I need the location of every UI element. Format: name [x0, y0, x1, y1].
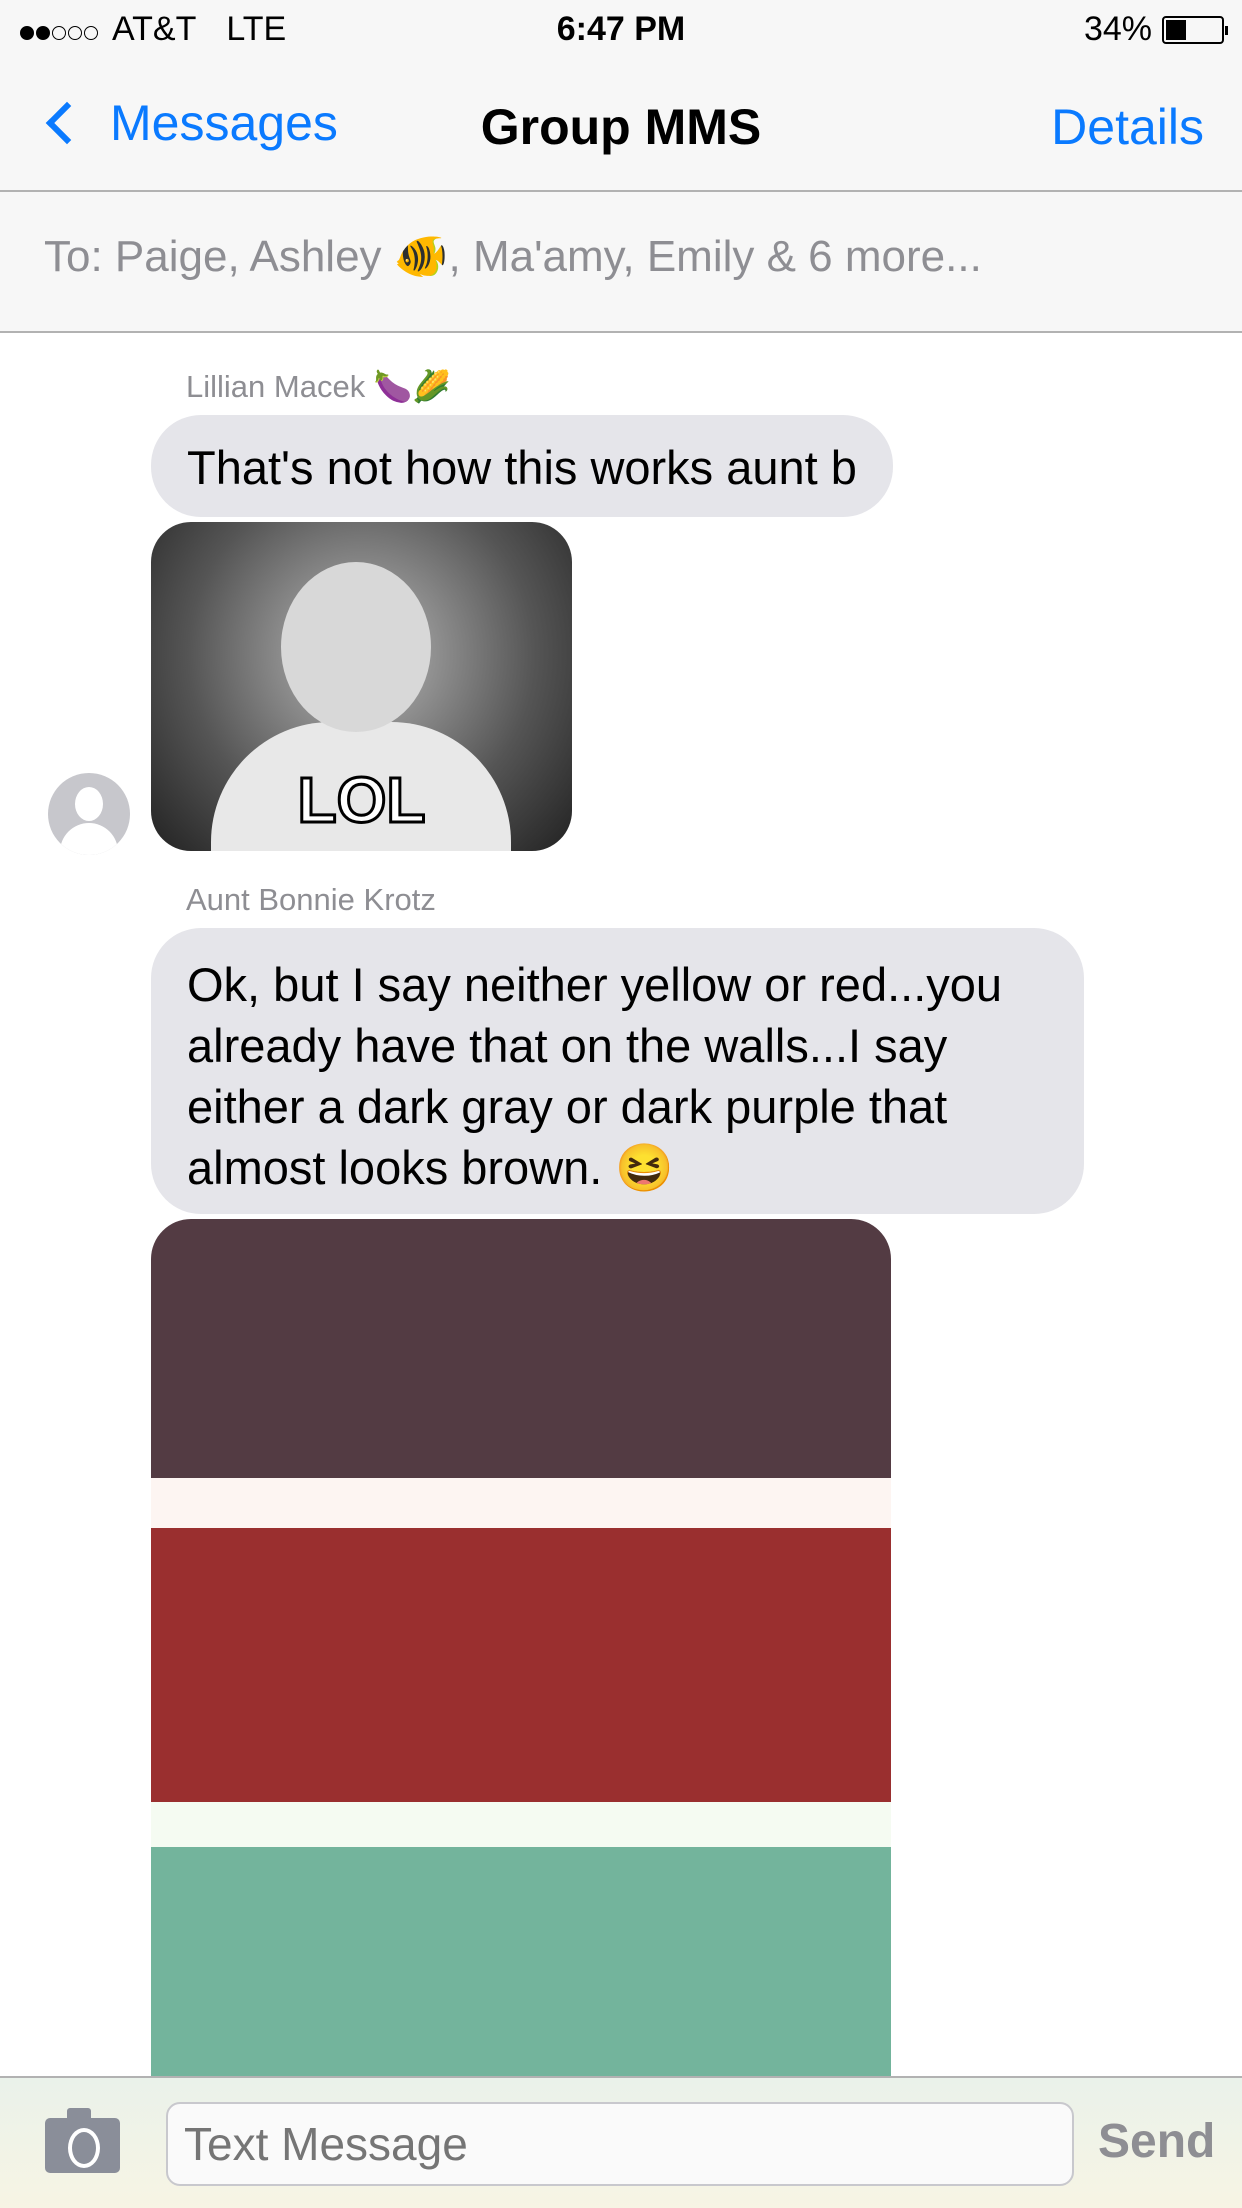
image-caption: LOL — [296, 763, 427, 838]
battery-icon — [1162, 15, 1228, 44]
recipients-field[interactable]: To: Paige, Ashley 🐠, Ma'amy, Emily & 6 m… — [0, 192, 1242, 333]
sender-name: Aunt Bonnie Krotz — [186, 882, 436, 917]
avatar[interactable] — [48, 773, 130, 855]
sender-name: Lillian Macek 🍆🌽 — [186, 369, 451, 404]
message-bubble[interactable]: That's not how this works aunt b — [151, 415, 893, 517]
swatch-band-white — [151, 1478, 891, 1528]
image-attachment-lol[interactable]: LOL — [151, 522, 572, 851]
send-button[interactable]: Send — [1098, 2114, 1215, 2169]
status-bar: AT&T LTE 6:47 PM 34% — [0, 0, 1242, 60]
camera-icon[interactable] — [45, 2108, 120, 2173]
message-input[interactable] — [166, 2102, 1074, 2186]
clock: 6:47 PM — [556, 10, 686, 48]
swatch-band-red — [151, 1528, 891, 1802]
battery-percent: 34% — [1083, 10, 1152, 48]
swatch-band-purple — [151, 1219, 891, 1478]
details-button[interactable]: Details — [1051, 98, 1204, 156]
swatch-band-white — [151, 1802, 891, 1847]
image-attachment-color-swatch[interactable] — [151, 1219, 891, 2119]
composer-bar: Send — [0, 2076, 1242, 2208]
nav-bar: Messages Group MMS Details — [0, 60, 1242, 192]
message-bubble[interactable]: Ok, but I say neither yellow or red...yo… — [151, 928, 1084, 1214]
